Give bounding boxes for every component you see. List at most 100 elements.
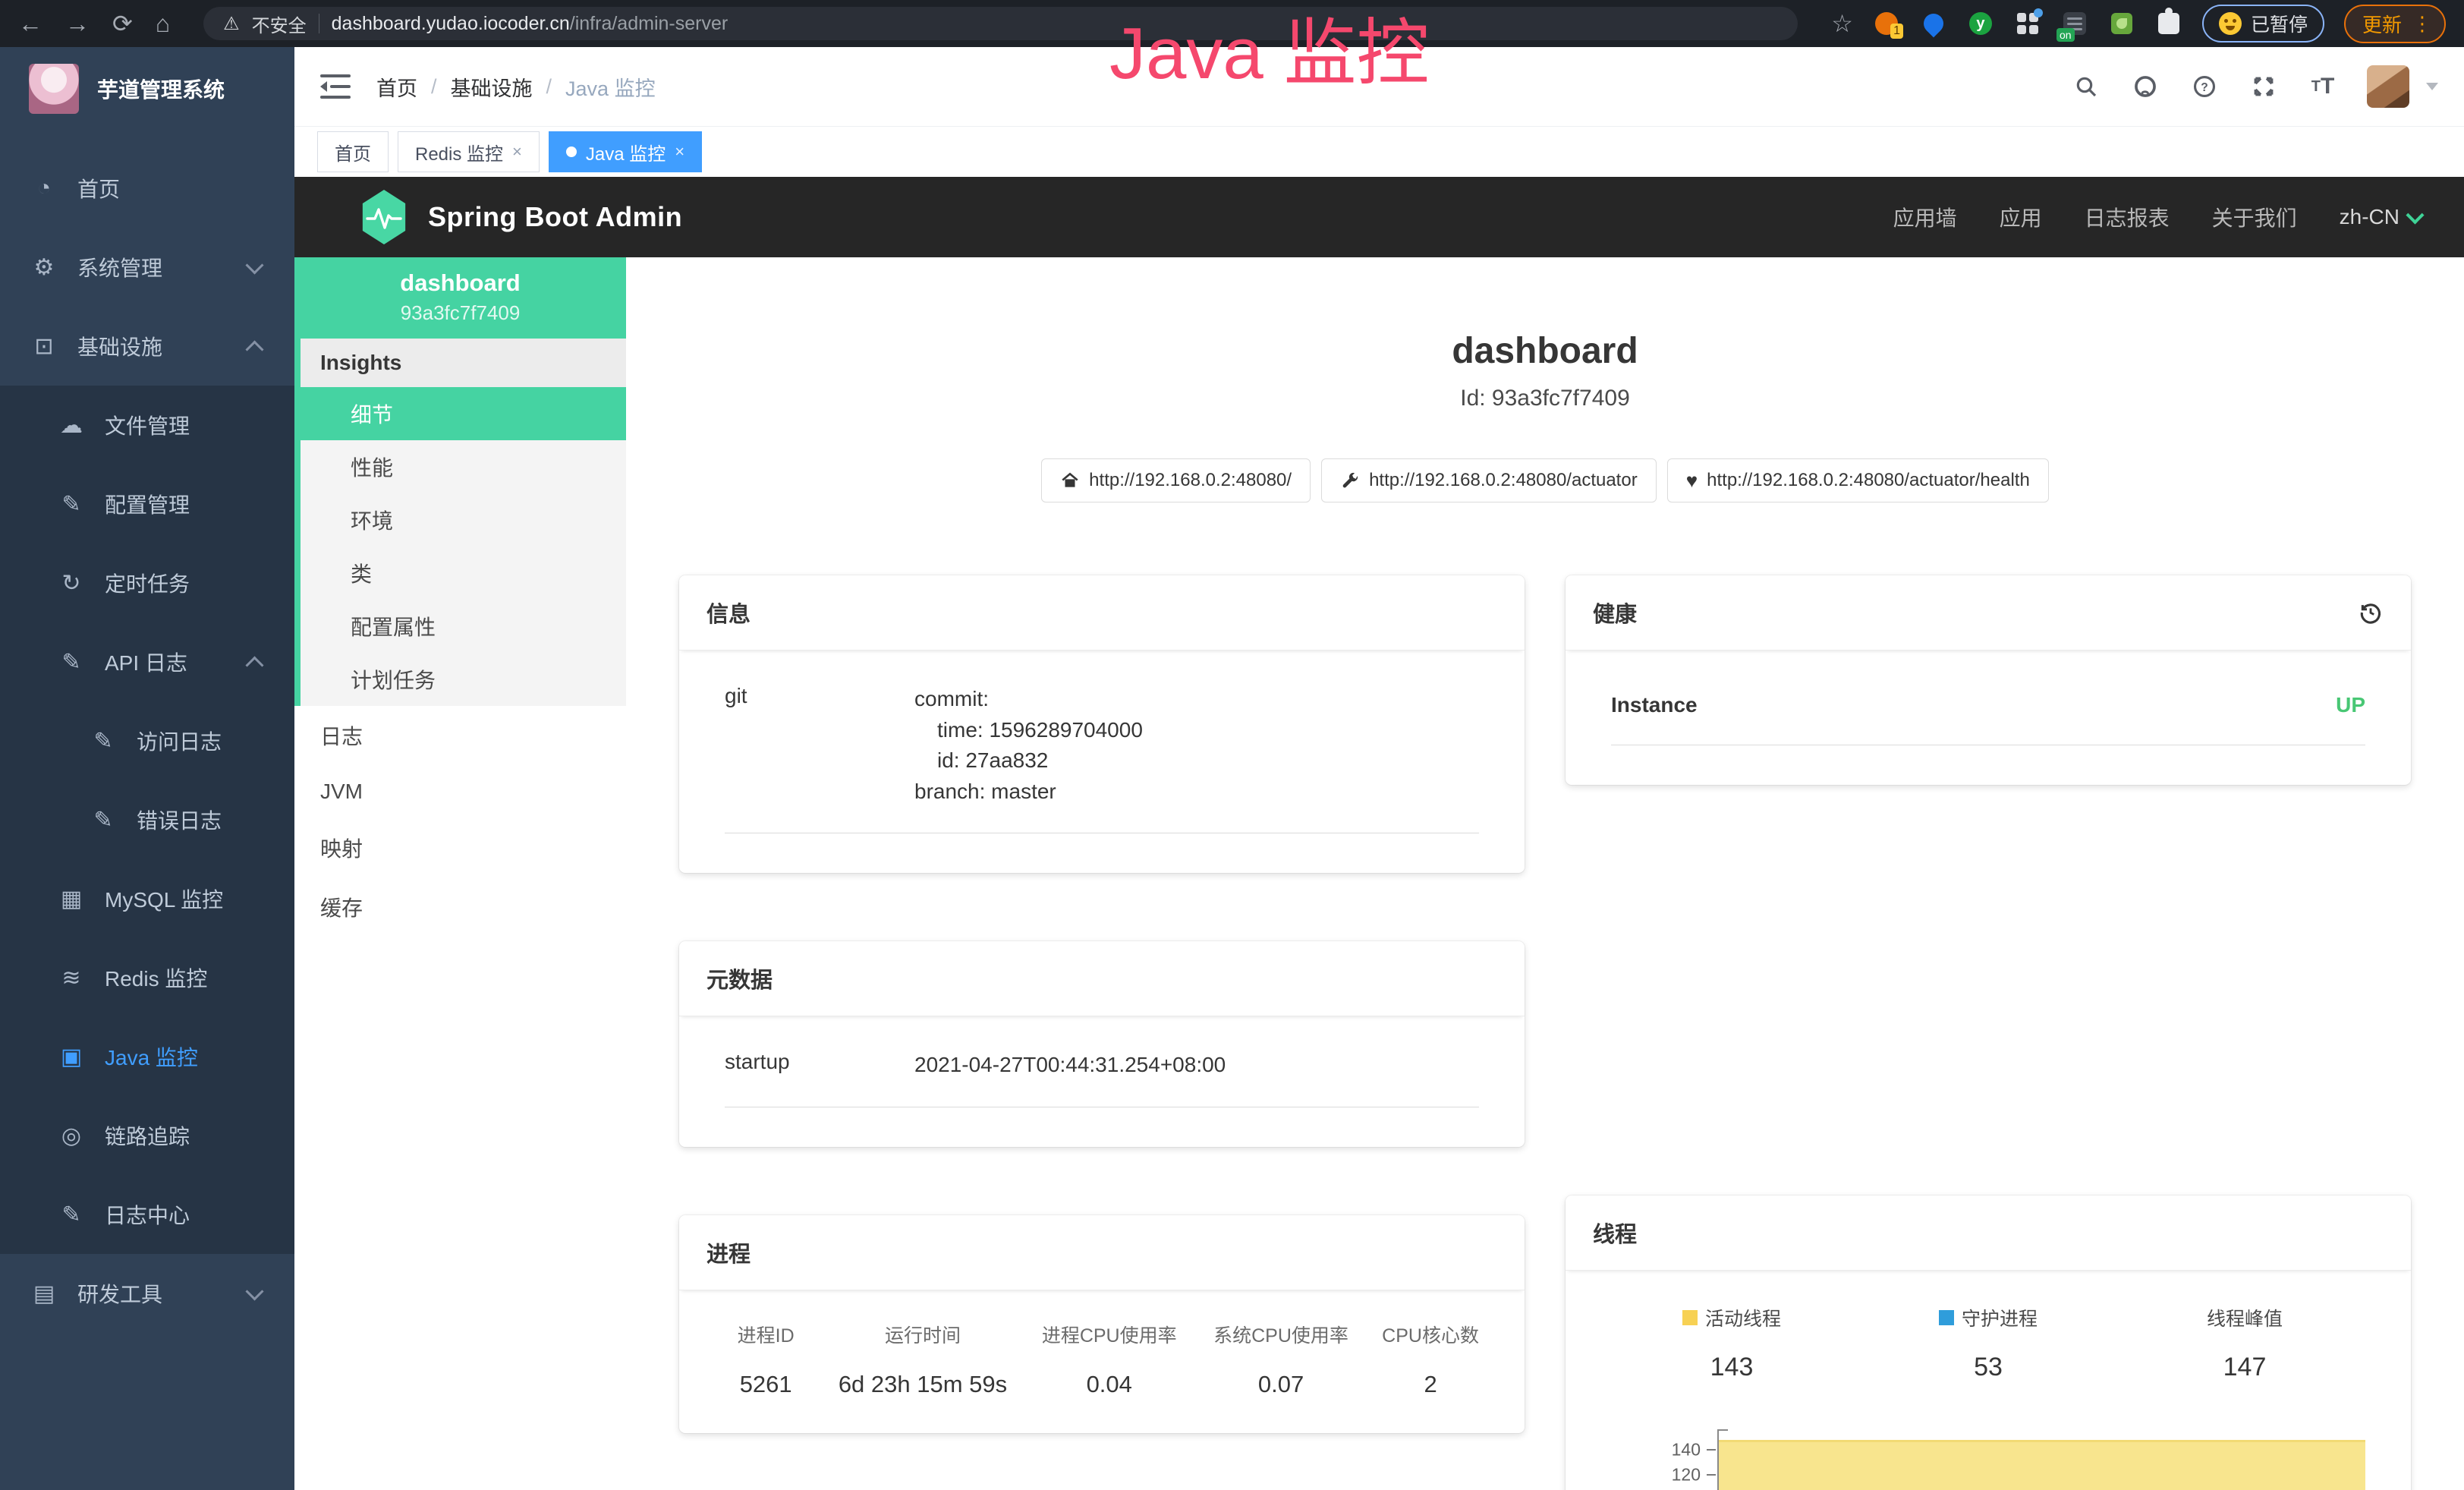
sba-item-scheduled-tasks[interactable]: 计划任务 (301, 653, 626, 706)
fold-sidebar-icon[interactable] (320, 74, 351, 99)
browser-menu-icon[interactable]: ⋮ (2412, 12, 2432, 36)
sba-item-details[interactable]: 细节 (301, 387, 626, 440)
paused-profile-chip[interactable]: 已暂停 (2202, 5, 2324, 43)
sidebar-item-access-logs[interactable]: ✎ 访问日志 (0, 701, 294, 780)
schedule-icon: ↻ (58, 570, 85, 597)
sidebar-item-infrastructure[interactable]: ⊡ 基础设施 (0, 307, 294, 386)
sidebar-item-api-logs[interactable]: ✎ API 日志 (0, 622, 294, 701)
cards-left-column: 信息 git commit: time: 1596289704000 id: 2… (679, 575, 1525, 1433)
forward-icon[interactable]: → (65, 11, 90, 36)
sba-logo-icon[interactable] (360, 190, 408, 244)
process-value-uptime: 6d 23h 15m 59s (826, 1371, 1018, 1398)
sba-item-mappings[interactable]: 映射 (294, 818, 626, 877)
fullscreen-icon[interactable] (2248, 71, 2279, 102)
sidebar-item-redis-monitor[interactable]: ≋ Redis 监控 (0, 938, 294, 1017)
sidebar-item-home[interactable]: ◔ 首页 (0, 149, 294, 228)
github-icon[interactable] (2130, 71, 2160, 102)
svg-text:?: ? (2201, 81, 2208, 94)
instance-header[interactable]: dashboard 93a3fc7f7409 (294, 257, 626, 339)
sba-body: dashboard 93a3fc7f7409 Insights 细节 性能 环境… (294, 257, 2464, 1490)
chrome-update-button[interactable]: 更新 ⋮ (2344, 5, 2446, 43)
sidebar-item-dev-tools[interactable]: ▤ 研发工具 (0, 1254, 294, 1333)
sidebar-item-file-manage[interactable]: ☁ 文件管理 (0, 386, 294, 465)
sba-nav-wallboard[interactable]: 应用墙 (1893, 202, 1957, 232)
on-extension-icon[interactable]: on (2061, 10, 2088, 37)
sba-item-logs[interactable]: 日志 (294, 706, 626, 765)
chevron-down-icon (245, 1282, 263, 1300)
health-key: Instance (1611, 693, 1698, 717)
warning-icon: ⚠ (223, 13, 240, 35)
tab-home[interactable]: 首页 (317, 131, 389, 172)
service-url-button[interactable]: http://192.168.0.2:48080/ (1041, 458, 1311, 502)
avatar[interactable] (2367, 65, 2409, 108)
sba-nav-journal[interactable]: 日志报表 (2085, 202, 2170, 232)
bookmark-star-icon[interactable]: ☆ (1831, 9, 1853, 38)
history-icon[interactable] (2358, 600, 2384, 625)
extensions-puzzle-icon[interactable] (2155, 10, 2182, 37)
app-logo[interactable]: 芋道管理系统 (0, 47, 294, 129)
info-card-title: 信息 (679, 575, 1525, 650)
log-edit-icon: ✎ (58, 1202, 85, 1228)
update-label: 更新 (2362, 10, 2402, 38)
extensions-zone: ☆ 1 y on 已暂停 更新 ⋮ (1831, 5, 2446, 43)
app-logo-image (29, 64, 79, 114)
sba-nav-about[interactable]: 关于我们 (2212, 202, 2297, 232)
address-bar[interactable]: ⚠ 不安全 dashboard.yudao.iocoder.cn/infra/a… (203, 7, 1798, 40)
chevron-down-icon (245, 256, 263, 274)
top-header: 首页 / 基础设施 / Java 监控 ? TT (294, 47, 2464, 127)
home-icon[interactable]: ⌂ (156, 11, 170, 36)
pin-extension-icon[interactable] (1920, 10, 1947, 37)
info-key: git (725, 684, 914, 807)
font-size-icon[interactable]: TT (2308, 71, 2338, 102)
sba-item-classes[interactable]: 类 (301, 547, 626, 600)
breadcrumb-java-monitor: Java 监控 (565, 72, 656, 102)
update-extension-icon[interactable]: 1 (1873, 10, 1900, 37)
search-icon[interactable] (2071, 71, 2101, 102)
help-icon[interactable]: ? (2189, 71, 2220, 102)
dashboard-icon: ◔ (30, 175, 58, 201)
sba-brand-title[interactable]: Spring Boot Admin (428, 201, 682, 233)
process-value-process-cpu: 0.04 (1028, 1371, 1191, 1398)
sidebar-item-system[interactable]: ⚙ 系统管理 (0, 228, 294, 307)
edit-icon: ✎ (58, 491, 85, 518)
breadcrumb-infrastructure[interactable]: 基础设施 (451, 72, 533, 102)
sidebar-item-log-center[interactable]: ✎ 日志中心 (0, 1175, 294, 1254)
health-url-button[interactable]: ♥ http://192.168.0.2:48080/actuator/heal… (1667, 458, 2049, 502)
y-extension-icon[interactable]: y (1967, 10, 1994, 37)
sidebar-item-tracing[interactable]: ◎ 链路追踪 (0, 1096, 294, 1175)
process-header-system-cpu: 系统CPU使用率 (1200, 1321, 1362, 1348)
emoji-face-icon (2219, 12, 2242, 35)
locale-selector[interactable]: zh-CN (2340, 205, 2422, 229)
sba-item-caches[interactable]: 缓存 (294, 877, 626, 937)
tab-redis-monitor[interactable]: Redis 监控 × (398, 131, 540, 172)
sba-item-environment[interactable]: 环境 (301, 493, 626, 547)
sba-content: dashboard Id: 93a3fc7f7409 http://192.16… (626, 257, 2464, 1490)
process-value-system-cpu: 0.07 (1200, 1371, 1362, 1398)
actuator-url-button[interactable]: http://192.168.0.2:48080/actuator (1321, 458, 1657, 502)
back-icon[interactable]: ← (18, 11, 42, 36)
log-edit-icon: ✎ (90, 728, 117, 754)
sprout-extension-icon[interactable] (2108, 10, 2135, 37)
sidebar-item-error-logs[interactable]: ✎ 错误日志 (0, 780, 294, 859)
wrench-icon (1340, 471, 1360, 490)
reload-icon[interactable]: ⟳ (112, 11, 133, 36)
url-text[interactable]: dashboard.yudao.iocoder.cn/infra/admin-s… (332, 13, 729, 35)
insights-group-label: Insights (301, 339, 626, 387)
sidebar-item-config-manage[interactable]: ✎ 配置管理 (0, 465, 294, 543)
toolbox-icon: ▤ (30, 1281, 58, 1307)
avatar-caret-icon[interactable] (2426, 83, 2438, 90)
tab-java-monitor[interactable]: Java 监控 × (549, 131, 702, 172)
process-value-pid: 5261 (714, 1371, 817, 1398)
breadcrumb-home[interactable]: 首页 (376, 72, 417, 102)
close-icon[interactable]: × (512, 142, 522, 162)
sidebar-item-scheduled-jobs[interactable]: ↻ 定时任务 (0, 543, 294, 622)
security-label[interactable]: 不安全 (252, 11, 307, 37)
grid-extension-icon[interactable] (2014, 10, 2041, 37)
sba-item-jvm[interactable]: JVM (294, 765, 626, 818)
sba-item-config-props[interactable]: 配置属性 (301, 600, 626, 653)
sba-item-metrics[interactable]: 性能 (301, 440, 626, 493)
sidebar-item-mysql-monitor[interactable]: ▦ MySQL 监控 (0, 859, 294, 938)
sba-nav-applications[interactable]: 应用 (2000, 202, 2042, 232)
sidebar-item-java-monitor[interactable]: ▣ Java 监控 (0, 1017, 294, 1096)
close-icon[interactable]: × (675, 142, 684, 162)
